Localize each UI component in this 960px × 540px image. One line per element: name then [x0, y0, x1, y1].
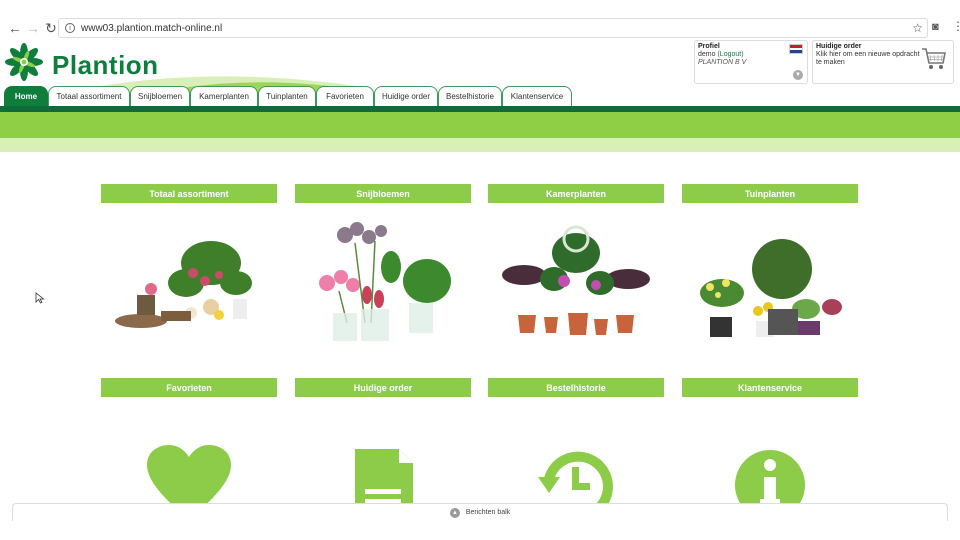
chevron-up-icon[interactable]: ▲ [449, 507, 460, 518]
logout-link[interactable]: (Logout) [717, 51, 743, 58]
tile-label[interactable]: Totaal assortiment [101, 184, 277, 203]
tile-label[interactable]: Huidige order [295, 378, 471, 397]
camera-icon[interactable]: ◙ [932, 21, 939, 33]
bookmark-star-icon[interactable]: ☆ [912, 21, 923, 35]
light-green-banner [0, 138, 960, 152]
tab-kamerplanten[interactable]: Kamerplanten [190, 86, 258, 106]
url-text: www03.plantion.match-online.nl [81, 22, 223, 34]
profile-panel[interactable]: Profiel demo (Logout) PLANTION B V ▼ [694, 40, 808, 84]
tile-bestelhistorie[interactable]: Bestelhistorie [488, 378, 664, 522]
tab-klantenservice[interactable]: Klantenservice [502, 86, 572, 106]
profile-company: PLANTION B V [698, 59, 747, 66]
house-plants-image[interactable] [488, 203, 664, 343]
brand-name[interactable]: Plantion [52, 50, 159, 81]
page-bottom [0, 520, 960, 540]
back-icon[interactable]: ← [6, 19, 24, 37]
main-nav-tabs: Home Totaal assortiment Snijbloemen Kame… [4, 86, 572, 106]
tile-label[interactable]: Snijbloemen [295, 184, 471, 203]
tile-huidige-order[interactable]: Huidige order [295, 378, 471, 523]
tile-totaal-assortiment[interactable]: Totaal assortiment [101, 184, 277, 348]
current-order-panel[interactable]: Huidige order Klik hier om een nieuwe op… [812, 40, 954, 84]
chevron-down-icon[interactable]: ▼ [793, 70, 803, 80]
tile-label[interactable]: Favorieten [101, 378, 277, 397]
tile-label[interactable]: Bestelhistorie [488, 378, 664, 397]
message-bar[interactable]: ▲ Berichten balk [12, 503, 948, 521]
shopping-cart-icon[interactable] [921, 45, 947, 73]
tile-label[interactable]: Kamerplanten [488, 184, 664, 203]
assortment-plants-image[interactable] [101, 203, 277, 343]
tile-kamerplanten[interactable]: Kamerplanten [488, 184, 664, 348]
tab-totaal-assortiment[interactable]: Totaal assortiment [48, 86, 130, 106]
tile-favorieten[interactable]: Favorieten [101, 378, 277, 519]
menu-kebab-icon[interactable]: ⋮ [952, 19, 960, 33]
tile-label[interactable]: Klantenservice [682, 378, 858, 397]
tab-bestelhistorie[interactable]: Bestelhistorie [438, 86, 502, 106]
dutch-flag-icon[interactable] [789, 44, 803, 54]
tile-label[interactable]: Tuinplanten [682, 184, 858, 203]
plantion-logo-icon[interactable] [4, 42, 44, 82]
browser-toolbar: ← → ↻ i www03.plantion.match-online.nl ☆… [0, 0, 960, 38]
cut-flowers-image[interactable] [295, 203, 471, 343]
tile-snijbloemen[interactable]: Snijbloemen [295, 184, 471, 348]
tile-tuinplanten[interactable]: Tuinplanten [682, 184, 858, 348]
tab-favorieten[interactable]: Favorieten [316, 86, 374, 106]
heart-icon[interactable] [101, 397, 277, 519]
address-bar[interactable]: i www03.plantion.match-online.nl ☆ [58, 18, 928, 38]
message-bar-label: Berichten balk [465, 509, 511, 516]
tab-tuinplanten[interactable]: Tuinplanten [258, 86, 316, 106]
mouse-cursor-icon [35, 292, 45, 304]
forward-icon[interactable]: → [24, 19, 42, 37]
profile-user: demo [698, 51, 716, 58]
tab-home[interactable]: Home [4, 86, 48, 106]
garden-plants-image[interactable] [682, 203, 858, 343]
info-icon[interactable] [682, 397, 858, 520]
tile-klantenservice[interactable]: Klantenservice [682, 378, 858, 520]
tab-snijbloemen[interactable]: Snijbloemen [130, 86, 190, 106]
history-icon[interactable] [488, 397, 664, 522]
tab-huidige-order[interactable]: Huidige order [374, 86, 438, 106]
green-banner [0, 112, 960, 138]
info-icon[interactable]: i [65, 23, 75, 33]
document-icon[interactable] [295, 397, 471, 523]
